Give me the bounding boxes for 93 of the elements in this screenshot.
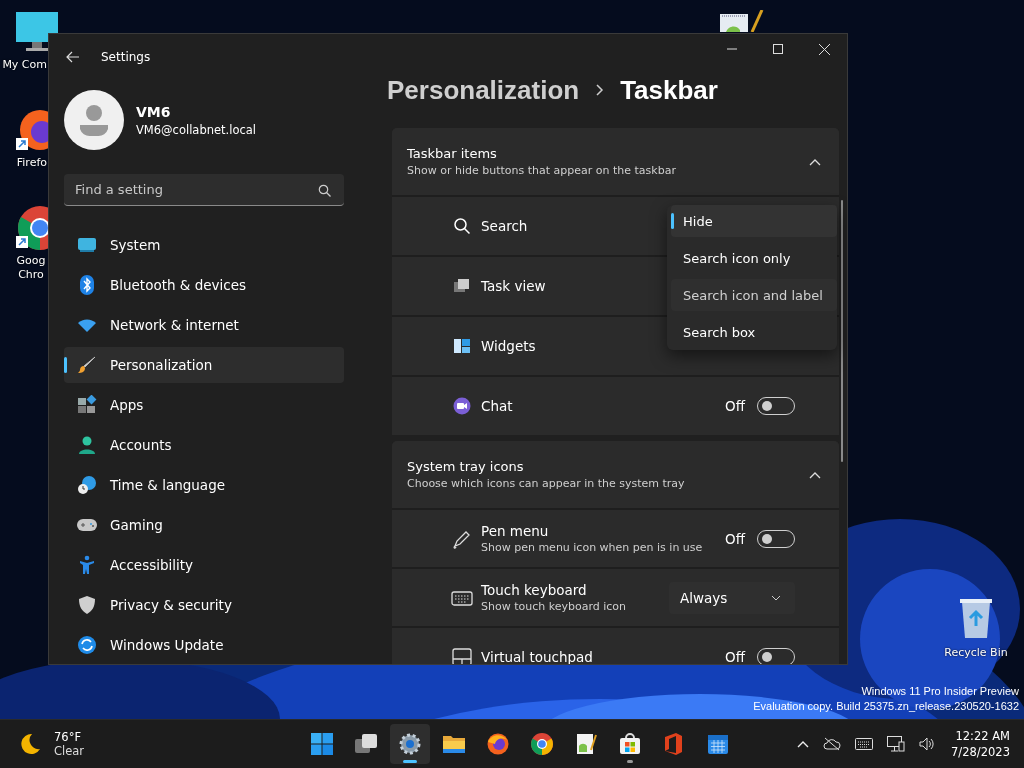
nav-item[interactable]: Gaming — [64, 507, 344, 543]
nav-item[interactable]: Accounts — [64, 427, 344, 463]
task-view-icon[interactable] — [354, 732, 378, 756]
nav-item[interactable]: Accessibility — [64, 547, 344, 583]
maximize-icon — [773, 44, 783, 54]
setting-label: Pen menu — [481, 523, 549, 539]
profile-name: VM6 — [136, 103, 172, 120]
shield-icon — [77, 595, 97, 615]
close-icon — [818, 43, 830, 55]
toggle-state-label: Off — [725, 530, 745, 547]
watermark-text: Windows 11 Pro Insider Preview — [860, 684, 1019, 699]
search-icon — [453, 217, 471, 235]
setting-label: Touch keyboard — [481, 582, 587, 598]
chrome-icon[interactable] — [530, 732, 554, 756]
nav-item[interactable]: Apps — [64, 387, 344, 423]
person-icon — [77, 435, 97, 455]
menu-item[interactable]: Hide — [671, 205, 837, 237]
monitor-icon — [77, 235, 97, 255]
nav-item[interactable]: Network & internet — [64, 307, 344, 343]
start-icon[interactable] — [310, 732, 334, 756]
nav-item[interactable]: System — [64, 227, 344, 263]
section-title: System tray icons — [407, 459, 525, 474]
chevron-up-icon[interactable] — [809, 157, 821, 166]
cloud-off-icon[interactable] — [823, 737, 842, 751]
monitor-icon[interactable] — [14, 10, 60, 54]
running-indicator — [403, 760, 417, 763]
calendar-icon[interactable] — [706, 732, 730, 756]
setting-label: Chat — [481, 398, 513, 414]
setting-description: Show pen menu icon when pen is in use — [481, 541, 704, 554]
taskbar-app-button[interactable] — [390, 724, 430, 764]
section-subtitle: Show or hide buttons that appear on the taskbar — [407, 164, 677, 177]
scrollbar[interactable] — [841, 200, 843, 462]
desktop-icon-label[interactable]: Firefo — [2, 156, 47, 169]
section-header[interactable]: Taskbar items Show or hide buttons that appear on the taskbar — [392, 128, 839, 195]
section-subtitle: Choose which icons can appear in the system tray — [407, 477, 686, 490]
section-title: Taskbar items — [407, 146, 498, 161]
apps-icon — [77, 395, 97, 415]
avatar-icon — [64, 90, 124, 150]
volume-icon[interactable] — [919, 737, 936, 751]
back-arrow-icon[interactable] — [66, 51, 80, 63]
network-icon[interactable] — [887, 736, 906, 752]
nav-item[interactable]: Personalization — [64, 347, 344, 383]
nav-item[interactable]: Privacy & security — [64, 587, 344, 623]
dropdown[interactable]: Always — [669, 581, 795, 614]
recycle-bin-icon[interactable] — [958, 596, 994, 640]
toggle-state-label: Off — [725, 649, 745, 664]
watermark-text: Evaluation copy. Build 25375.zn_release.230520-1632 — [753, 699, 1019, 714]
chevron-up-icon[interactable] — [797, 740, 810, 748]
sync-icon — [77, 635, 97, 655]
setting-label: Search — [481, 218, 528, 234]
weather-temperature[interactable]: 76°F — [54, 730, 85, 744]
clock-date[interactable]: 7/28/2023 — [951, 744, 1010, 760]
chevron-up-icon[interactable] — [809, 470, 821, 479]
search-icon — [318, 184, 331, 197]
keyboard-icon[interactable] — [855, 738, 874, 750]
setting-label: Task view — [481, 278, 546, 294]
notepad-icon[interactable] — [574, 732, 598, 756]
desktop-icon-label[interactable]: Goog Chro — [14, 254, 48, 282]
nav-item[interactable]: Bluetooth & devices — [64, 267, 344, 303]
page-heading[interactable]: Personalization — [387, 74, 580, 106]
globe-clock-icon — [77, 475, 97, 495]
nav-item[interactable]: Time & language — [64, 467, 344, 503]
windows-icon — [453, 277, 471, 295]
page-heading: Taskbar — [620, 74, 718, 106]
desktop-icon-label[interactable]: Recycle Bin — [944, 646, 1008, 659]
accessibility-icon — [77, 555, 97, 575]
bluetooth-icon — [77, 275, 97, 295]
store-bag-icon[interactable] — [618, 732, 642, 756]
widgets-icon — [453, 337, 471, 355]
video-chat-icon — [453, 397, 471, 415]
toggle-state-label: Off — [725, 398, 745, 414]
menu-item[interactable]: Search icon only — [671, 242, 837, 274]
chevron-right-icon — [595, 83, 605, 97]
search-field[interactable]: Find a setting — [64, 174, 344, 206]
clock-time[interactable]: 12:22 AM — [951, 728, 1010, 744]
profile-email: VM6@collabnet.local — [136, 122, 257, 137]
setting-label: Virtual touchpad — [481, 649, 593, 664]
gear-icon[interactable] — [398, 732, 422, 756]
section-header[interactable]: System tray icons Choose which icons can appear in the system tray — [392, 441, 839, 508]
moon-icon — [18, 732, 42, 756]
brush-icon — [77, 355, 97, 375]
setting-label: Widgets — [481, 338, 536, 354]
chevron-down-icon — [771, 594, 781, 601]
touchpad-icon — [451, 646, 473, 664]
fox-globe-icon[interactable] — [486, 732, 510, 756]
menu-item[interactable]: Search box — [671, 316, 837, 348]
desktop-icon-label[interactable]: My Com — [2, 58, 47, 71]
menu-item[interactable]: Search icon and label — [671, 279, 837, 311]
window-title: Settings — [101, 50, 151, 64]
setting-description: Show touch keyboard icon — [481, 600, 628, 613]
nav-item[interactable]: Windows Update — [64, 627, 344, 663]
weather-condition[interactable]: Clear — [54, 744, 85, 758]
running-indicator — [627, 760, 633, 763]
